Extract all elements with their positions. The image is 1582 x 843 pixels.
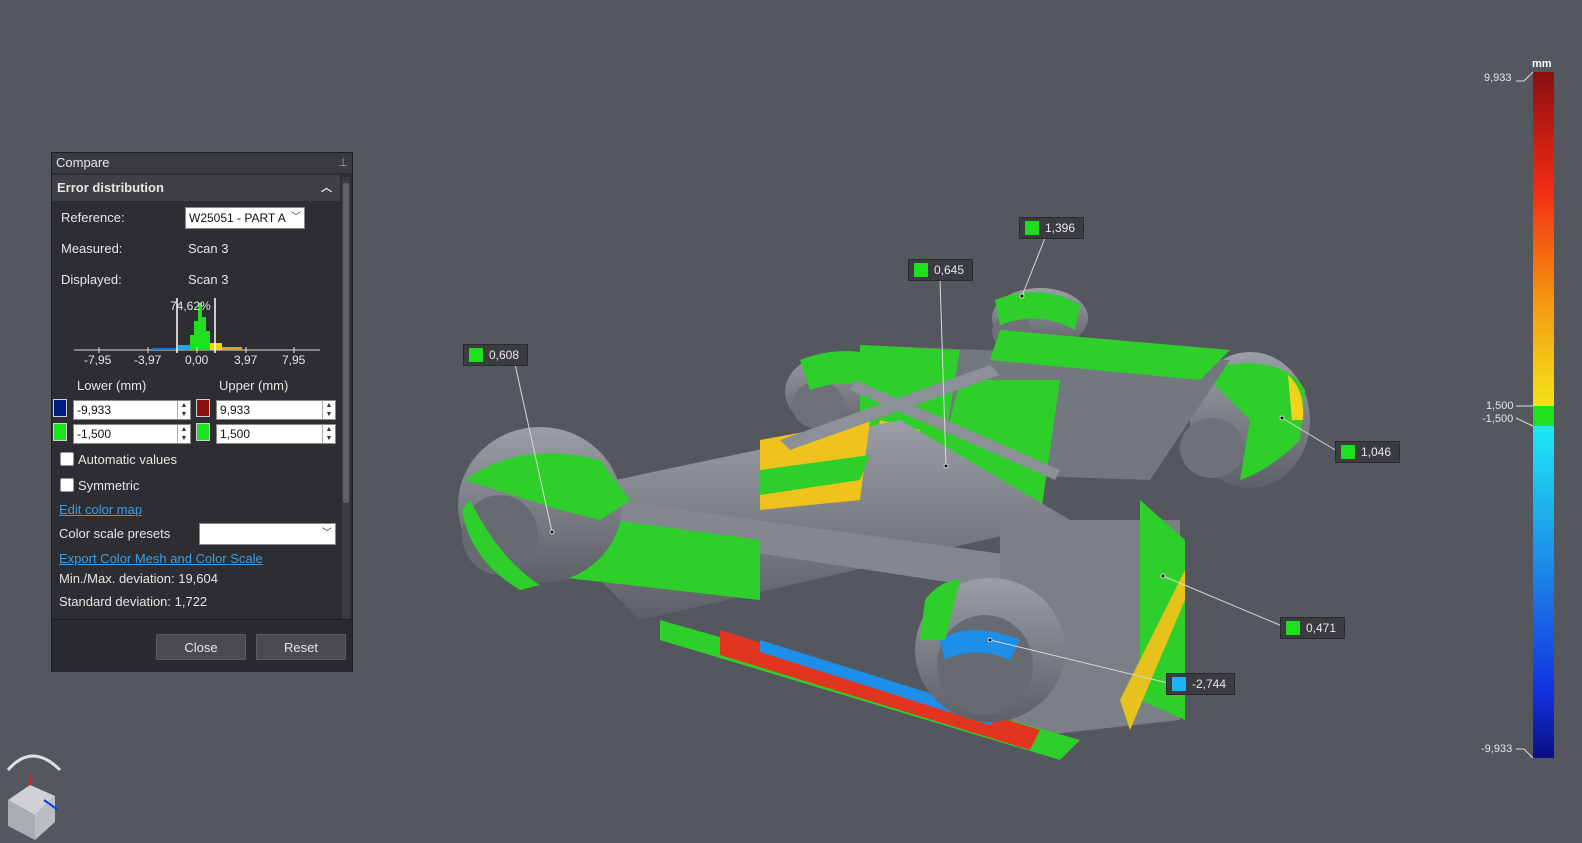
upper-inner-value: 1,500 [220,427,251,441]
displayed-value: Scan 3 [188,272,229,287]
chevron-down-icon: ﹀ [322,528,332,539]
navigation-cube-icon[interactable] [6,754,62,840]
upper-label: Upper (mm) [219,378,289,393]
close-button[interactable]: Close [156,634,246,660]
minmax-deviation: Min./Max. deviation: 19,604 [59,571,218,586]
scale-lower-tol-label: -1,500 [1482,413,1514,425]
histogram-tick: 7,95 [282,353,306,367]
deviation-callout[interactable]: 0,608 [463,344,529,366]
color-scale-bar [1515,71,1554,759]
histogram-peak-label: 74,62% [170,299,211,313]
deviation-value: -2,744 [1192,677,1227,691]
deviation-swatch [1286,621,1300,635]
lower-inner-input[interactable]: -1,500 ▲ ▼ [73,424,191,444]
lower-outer-input[interactable]: -9,933 ▲ ▼ [73,400,191,420]
spin-arrows-icon[interactable]: ▲ ▼ [322,401,335,419]
reference-value: W25051 - PART A [189,211,286,225]
deviation-swatch [1341,445,1355,459]
symmetric-label: Symmetric [78,478,140,493]
lower-outer-color-swatch[interactable] [53,399,67,417]
upper-outer-input[interactable]: 9,933 ▲ ▼ [216,400,336,420]
deviation-swatch [1025,221,1039,235]
spin-arrows-icon[interactable]: ▲ ▼ [177,401,190,419]
measured-label: Measured: [61,241,123,256]
scale-unit: mm [1532,58,1552,70]
deviation-callout[interactable]: 1,396 [1019,217,1085,239]
automatic-values-checkbox[interactable] [60,452,74,466]
color-scale-presets-label: Color scale presets [59,526,171,541]
standard-deviation: Standard deviation: 1,722 [59,594,208,609]
lower-inner-color-swatch[interactable] [53,423,67,441]
histogram-tick: 3,97 [234,353,258,367]
lower-outer-value: -9,933 [77,403,112,417]
reset-button[interactable]: Reset [256,634,346,660]
symmetric-checkbox[interactable] [60,478,74,492]
histogram-tick: 0,00 [185,353,209,367]
deviation-value: 0,608 [489,348,520,362]
deviation-swatch [914,263,928,277]
section-title: Error distribution [57,180,164,195]
histogram-tick: -3,97 [134,353,162,367]
deviation-callout[interactable]: 1,046 [1335,441,1401,463]
section-header[interactable]: Error distribution ︿ [52,175,340,201]
deviation-value: 1,396 [1045,221,1076,235]
deviation-callout[interactable]: 0,645 [908,259,974,281]
panel-footer: Close Reset [52,619,352,672]
lower-label: Lower (mm) [77,378,147,393]
deviation-callout[interactable]: -2,744 [1166,673,1236,695]
deviation-swatch [469,348,483,362]
histogram-tick: -7,95 [84,353,112,367]
deviation-swatch [1172,677,1186,691]
spin-arrows-icon[interactable]: ▲ ▼ [177,425,190,443]
deviation-value: 1,046 [1361,445,1392,459]
compare-panel: Compare ⊥ Error distribution ︿ Reference… [51,152,353,672]
reference-dropdown[interactable]: W25051 - PART A ﹀ [185,207,305,229]
scale-upper-tol-label: 1,500 [1486,400,1514,412]
spin-arrows-icon[interactable]: ▲ ▼ [322,425,335,443]
panel-scrollbar[interactable] [342,177,350,619]
panel-title-text: Compare [56,155,110,170]
upper-inner-color-swatch[interactable] [196,423,210,441]
scale-min-label: -9,933 [1481,743,1513,755]
measured-value: Scan 3 [188,241,229,256]
export-color-mesh-link[interactable]: Export Color Mesh and Color Scale [59,551,263,566]
deviation-value: 0,471 [1306,621,1337,635]
deviation-value: 0,645 [934,263,965,277]
panel-title[interactable]: Compare ⊥ [52,153,352,173]
chevron-up-icon[interactable]: ︿ [321,175,332,201]
reference-label: Reference: [61,210,125,225]
upper-inner-input[interactable]: 1,500 ▲ ▼ [216,424,336,444]
edit-color-map-link[interactable]: Edit color map [59,502,142,517]
chevron-down-icon: ﹀ [289,208,301,228]
scale-max-label: 9,933 [1484,72,1512,84]
color-scale-presets-dropdown[interactable]: ﹀ [199,523,336,545]
scroll-thumb[interactable] [343,183,349,503]
deviation-callout[interactable]: 0,471 [1280,617,1346,639]
displayed-label: Displayed: [61,272,122,287]
pin-icon[interactable]: ⊥ [338,153,348,173]
upper-outer-color-swatch[interactable] [196,399,210,417]
automatic-values-label: Automatic values [78,452,177,467]
lower-inner-value: -1,500 [77,427,112,441]
upper-outer-value: 9,933 [220,403,251,417]
